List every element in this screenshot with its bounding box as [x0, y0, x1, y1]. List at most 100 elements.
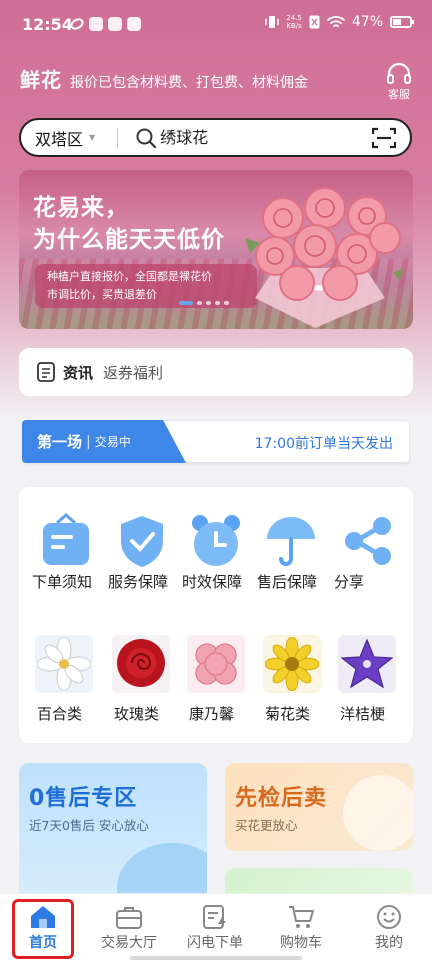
page-title: 鲜花 — [20, 68, 62, 92]
news-card[interactable]: 资讯 返券福利 — [19, 348, 413, 396]
status-time: 12:54 — [22, 15, 73, 34]
caret-down-icon[interactable]: ▼ — [89, 133, 95, 142]
session-separator: | — [86, 433, 91, 450]
battery-icon — [390, 16, 414, 28]
lily-icon — [37, 637, 91, 691]
rose-bouquet-image — [245, 187, 403, 328]
trading-session-bar[interactable]: 第一场 | 交易中 17:00前订单当天发出 — [22, 420, 410, 463]
service-item-after-sales[interactable]: 售后保障 — [257, 512, 330, 592]
service-label: 售后保障 — [257, 573, 318, 591]
category-label: 菊花类 — [265, 705, 311, 723]
status-indicators: 24.5 KB/s 47% — [265, 14, 414, 30]
scan-icon[interactable] — [372, 127, 396, 149]
nav-mine[interactable]: 我的 — [346, 904, 432, 952]
gesture-home-bar[interactable] — [130, 956, 302, 960]
briefcase-icon — [116, 907, 142, 929]
headset-icon — [387, 62, 411, 84]
search-input[interactable] — [160, 128, 361, 147]
nav-label: 闪电下单 — [187, 935, 243, 951]
nav-flash-order[interactable]: 闪电下单 — [172, 904, 258, 952]
banner-note-line1: 种植户直接报价，全国都是裸花价 — [47, 270, 212, 283]
nav-cart[interactable]: 购物车 — [258, 904, 344, 952]
banner-dot[interactable] — [206, 301, 211, 305]
chrysanthemum-icon — [265, 637, 319, 691]
category-item-rose[interactable]: 玫瑰类 — [112, 635, 182, 724]
session-state: 交易中 — [94, 435, 131, 449]
banner-headline-line1: 花易来， — [33, 195, 129, 221]
promo-right-decoration — [343, 775, 413, 851]
category-label: 康乃馨 — [189, 705, 235, 723]
carnation-icon — [195, 643, 237, 685]
status-bar: 12:54 24.5 KB/s 47% — [0, 0, 432, 50]
promo-right-title: 先检后卖 — [235, 786, 328, 811]
banner-headline-line2: 为什么能天天低价 — [33, 227, 225, 253]
service-label: 时效保障 — [182, 573, 243, 591]
share-icon — [345, 517, 391, 565]
search-icon — [136, 128, 157, 148]
nav-label: 我的 — [375, 935, 403, 951]
page-subtitle: 报价已包含材料费、打包费、材料佣金 — [70, 75, 308, 91]
zero-after-sales-card[interactable]: 0售后专区 近7天0售后 安心放心 — [19, 763, 207, 913]
news-headline[interactable]: 返券福利 — [103, 362, 163, 383]
notice-bag-icon — [43, 513, 89, 565]
category-label: 玫瑰类 — [114, 705, 160, 723]
customer-service-label: 客服 — [388, 88, 410, 101]
notification-app-icon — [89, 17, 103, 31]
inspect-first-card[interactable]: 先检后卖 买花更放心 — [225, 763, 413, 851]
page-header: 鲜花 报价已包含材料费、打包费、材料佣金 — [20, 64, 308, 93]
banner-dot[interactable] — [197, 301, 202, 305]
promo-banner[interactable]: 花易来， 为什么能天天低价 种植户直接报价，全国都是裸花价 市调比价，买贵退差价 — [19, 170, 413, 329]
category-item-carnation[interactable]: 康乃馨 — [187, 635, 257, 724]
banner-dot[interactable] — [224, 301, 229, 305]
shield-check-icon — [121, 516, 163, 567]
home-tab-highlight — [12, 899, 74, 959]
news-label: 资讯 — [63, 363, 94, 382]
service-item-timeliness[interactable]: 时效保障 — [182, 512, 255, 592]
notification-app-icon — [108, 17, 122, 31]
service-grid: 下单须知 服务保障 时效保障 售后保障 分享 百合类 玫瑰类 康乃馨 菊花类 洋… — [19, 487, 413, 743]
service-label: 服务保障 — [108, 573, 169, 591]
promo-right-subtitle: 买花更放心 — [235, 818, 298, 833]
service-item-order-notice[interactable]: 下单须知 — [32, 512, 105, 592]
category-item-chrysanthemum[interactable]: 菊花类 — [263, 635, 333, 724]
banner-pagination — [179, 301, 229, 305]
service-item-service-guarantee[interactable]: 服务保障 — [108, 512, 181, 592]
flash-order-icon — [203, 905, 226, 929]
category-item-platycodon[interactable]: 洋桔梗 — [338, 635, 408, 724]
vibrate-icon — [265, 16, 280, 28]
service-label: 下单须知 — [32, 573, 93, 591]
banner-headline: 花易来， 为什么能天天低价 — [33, 192, 225, 256]
network-speed-unit: KB/s — [286, 22, 302, 30]
news-document-icon — [37, 362, 55, 382]
alarm-clock-icon — [192, 515, 240, 566]
session-tag: 第一场 | 交易中 — [22, 420, 186, 463]
network-speed: 24.5 KB/s — [286, 14, 302, 30]
promo-left-subtitle: 近7天0售后 安心放心 — [29, 818, 149, 833]
category-label: 百合类 — [37, 705, 83, 723]
session-name: 第一场 — [37, 433, 83, 451]
district-selector[interactable]: 双塔区 — [35, 126, 83, 150]
service-item-share[interactable]: 分享 — [334, 512, 407, 592]
search-bar: 双塔区 ▼ — [19, 118, 412, 157]
banner-dot-active[interactable] — [179, 301, 193, 305]
category-item-lily[interactable]: 百合类 — [35, 635, 105, 724]
nav-trading-hall[interactable]: 交易大厅 — [86, 904, 172, 952]
rose-icon — [117, 639, 165, 687]
notification-icons — [68, 16, 141, 32]
customer-service-button[interactable]: 客服 — [384, 62, 414, 102]
notification-app-icon — [127, 17, 141, 31]
nav-label: 交易大厅 — [101, 935, 157, 951]
umbrella-icon — [267, 517, 315, 566]
platycodon-icon — [340, 638, 394, 689]
service-label: 分享 — [334, 573, 365, 591]
network-speed-value: 24.5 — [286, 14, 302, 22]
nav-label: 购物车 — [280, 935, 322, 951]
sim-icon — [309, 15, 320, 29]
banner-dot[interactable] — [215, 301, 220, 305]
wifi-icon — [326, 16, 345, 27]
category-label: 洋桔梗 — [340, 705, 386, 723]
session-note: 17:00前订单当天发出 — [254, 436, 393, 452]
smile-icon — [377, 905, 401, 929]
battery-text: 47% — [351, 14, 383, 30]
search-divider — [117, 127, 119, 148]
